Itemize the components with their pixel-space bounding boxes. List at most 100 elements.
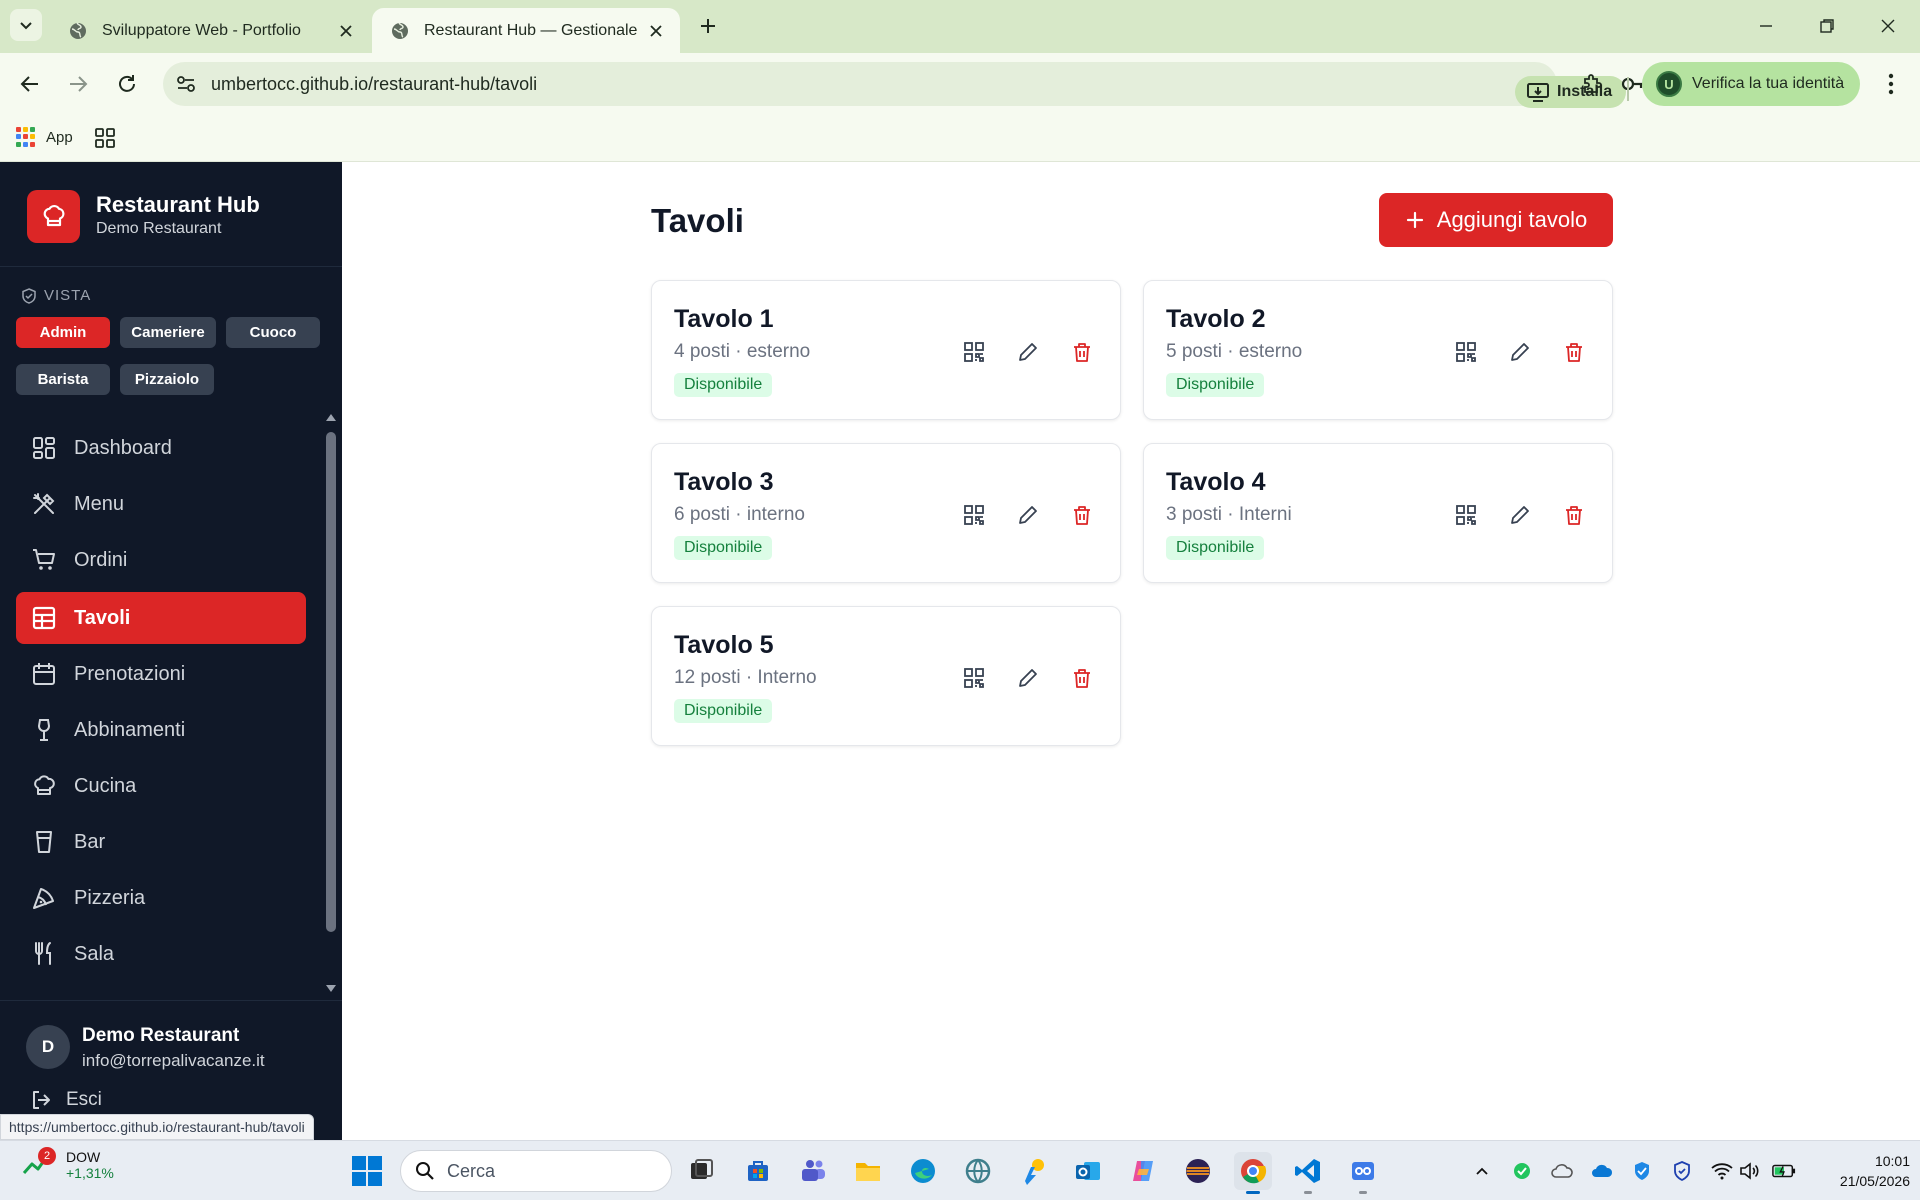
sidebar-item-cucina[interactable]: Cucina [16,760,306,812]
scroll-down-icon[interactable] [325,984,337,994]
tray-battery[interactable] [1772,1159,1796,1183]
reload-icon [119,75,135,92]
site-settings-icon[interactable] [175,73,197,95]
qr-code-button[interactable] [1451,500,1481,530]
role-cameriere-button[interactable]: Cameriere [120,317,216,348]
profile-avatar: U [1656,71,1682,97]
tray-volume[interactable] [1738,1159,1762,1183]
tab-close-icon[interactable] [336,21,356,41]
sidebar-item-label: Prenotazioni [74,662,186,685]
teams-icon [802,1160,825,1181]
edit-button[interactable] [1505,337,1535,367]
table-meta: 5 posti · esterno [1166,341,1303,362]
eclipse-app[interactable] [1179,1152,1217,1190]
outlook-app[interactable] [1069,1152,1107,1190]
tray-security[interactable] [1510,1159,1534,1183]
snipping-app[interactable] [1344,1152,1382,1194]
tab-search-button[interactable] [10,9,42,41]
tab-groups-button[interactable] [94,127,116,154]
main-content: Tavoli Aggiungi tavolo Tavolo 1 4 posti … [342,162,1920,1140]
sidebar-item-label: Bar [74,830,106,853]
delete-button[interactable] [1559,337,1589,367]
weather-app[interactable] [1014,1152,1052,1190]
address-bar[interactable]: umbertocc.github.io/restaurant-hub/tavol… [163,62,1687,108]
sidebar-item-ordini[interactable]: Ordini [16,534,306,586]
stock-widget[interactable]: 2 DOW +1,31% [22,1147,114,1181]
sidebar-item-sala[interactable]: Sala [16,928,306,980]
tray-defender[interactable] [1630,1159,1654,1183]
role-barista-button[interactable]: Barista [16,364,110,395]
tray-overflow-button[interactable] [1470,1159,1494,1183]
qr-code-button[interactable] [959,337,989,367]
reload-button[interactable] [110,67,144,101]
verify-identity-button[interactable]: U Verifica la tua identità [1642,62,1860,106]
minimize-button[interactable] [1752,12,1780,40]
chrome-icon [1241,1159,1267,1184]
qr-code-button[interactable] [1451,337,1481,367]
view-section-label: VISTA [22,287,91,304]
tray-vpn[interactable] [1670,1159,1694,1183]
scroll-thumb[interactable] [326,432,336,932]
sidebar-item-pizzeria[interactable]: Pizzeria [16,872,306,924]
sidebar-item-dashboard[interactable]: Dashboard [16,422,306,474]
copilot-app[interactable] [1124,1152,1162,1190]
browser-menu-button[interactable] [1876,69,1906,99]
qr-code-icon [964,668,984,688]
bookmark-apps[interactable]: App [16,127,73,147]
taskbar-search[interactable]: Cerca [400,1150,672,1192]
teams-app[interactable] [794,1152,832,1190]
logout-label: Esci [66,1089,102,1110]
delete-button[interactable] [1067,500,1097,530]
qr-code-button[interactable] [959,663,989,693]
store-app[interactable] [739,1152,777,1190]
system-clock[interactable]: 10:01 21/05/2026 [1814,1151,1910,1191]
sidebar-item-abbinamenti[interactable]: Abbinamenti [16,704,306,756]
extensions-button[interactable] [1578,69,1608,99]
arrow-right-icon [70,76,88,92]
edit-button[interactable] [1013,663,1043,693]
tray-onedrive[interactable] [1590,1159,1614,1183]
sidebar-item-prenotazioni[interactable]: Prenotazioni [16,648,306,700]
address-url[interactable]: umbertocc.github.io/restaurant-hub/tavol… [211,74,537,95]
edge-app[interactable] [904,1152,942,1190]
start-button[interactable] [350,1154,384,1188]
task-view-app[interactable] [682,1152,720,1190]
back-button[interactable] [13,67,47,101]
apps-grid-icon [16,127,36,147]
network-app[interactable] [959,1152,997,1190]
logout-button[interactable]: Esci [30,1089,102,1111]
search-icon [416,1162,434,1180]
running-indicator [1304,1191,1312,1194]
tray-cloud[interactable] [1550,1159,1574,1183]
delete-button[interactable] [1067,337,1097,367]
install-app-button[interactable]: Installa [1515,76,1627,108]
edit-button[interactable] [1013,500,1043,530]
sidebar-item-bar[interactable]: Bar [16,816,306,868]
close-window-button[interactable] [1874,12,1902,40]
role-cuoco-button[interactable]: Cuoco [226,317,320,348]
scroll-up-icon[interactable] [325,412,337,422]
delete-button[interactable] [1067,663,1097,693]
role-pizzaiolo-button[interactable]: Pizzaiolo [120,364,214,395]
browser-tab-restaurant-hub[interactable]: Restaurant Hub — Gestionale [372,8,680,53]
forward-button[interactable] [61,67,95,101]
delete-button[interactable] [1559,500,1589,530]
vscode-icon [1295,1159,1320,1183]
role-admin-button[interactable]: Admin [16,317,110,348]
edit-button[interactable] [1013,337,1043,367]
tab-close-icon[interactable] [646,21,666,41]
qr-code-button[interactable] [959,500,989,530]
edit-button[interactable] [1505,500,1535,530]
add-table-button[interactable]: Aggiungi tavolo [1379,193,1613,247]
vscode-app[interactable] [1289,1152,1327,1194]
tray-wifi[interactable] [1710,1159,1734,1183]
restore-button[interactable] [1813,12,1841,40]
chrome-app[interactable] [1234,1152,1272,1194]
browser-tab-portfolio[interactable]: Sviluppatore Web - Portfolio [50,8,370,53]
file-explorer-app[interactable] [849,1152,887,1190]
table-card: Tavolo 2 5 posti · esterno Disponibile [1143,280,1613,420]
qr-code-icon [1456,342,1476,362]
sidebar-item-tavoli[interactable]: Tavoli [16,592,306,644]
new-tab-button[interactable] [694,12,722,40]
sidebar-item-menu[interactable]: Menu [16,478,306,530]
